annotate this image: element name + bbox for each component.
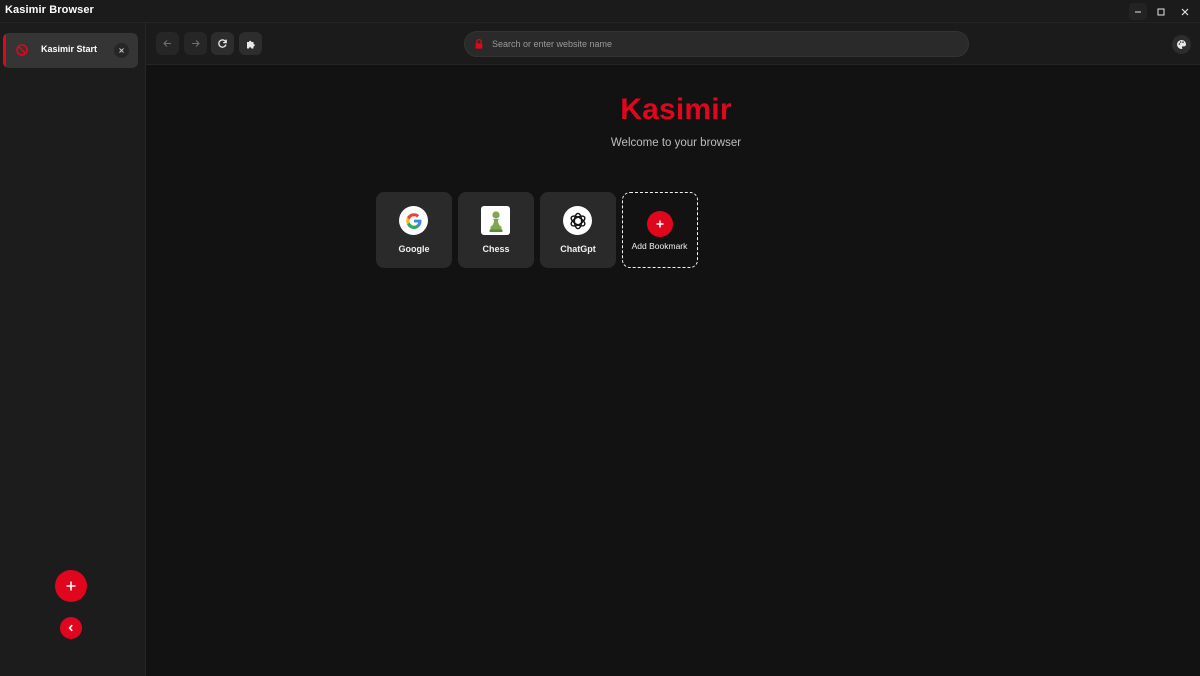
plus-icon [66, 581, 76, 591]
extensions-button[interactable] [239, 32, 262, 55]
chevron-left-icon [68, 624, 73, 632]
close-icon [1181, 8, 1189, 15]
puzzle-icon [246, 40, 255, 48]
title-bar: Kasimir Browser [0, 0, 1200, 23]
plus-icon [656, 220, 664, 228]
back-button[interactable] [156, 32, 179, 55]
chess-pawn-icon [481, 206, 510, 235]
google-icon [399, 206, 428, 235]
close-window-button[interactable] [1176, 3, 1194, 20]
tab-sidebar: Kasimir Start [0, 23, 146, 676]
bookmark-label: ChatGpt [560, 244, 596, 254]
palette-icon [1177, 40, 1186, 49]
bookmark-label: Chess [482, 244, 510, 254]
minimize-icon [1135, 11, 1141, 12]
chatgpt-icon [563, 206, 592, 235]
close-icon [119, 48, 124, 53]
maximize-button[interactable] [1152, 3, 1170, 20]
kasimir-logo-icon [16, 44, 28, 56]
add-bookmark-button[interactable]: Add Bookmark [622, 192, 698, 268]
tab-label: Kasimir Start [41, 44, 98, 54]
collapse-sidebar-button[interactable] [60, 617, 82, 639]
bookmark-google[interactable]: Google [376, 192, 452, 268]
theme-button[interactable] [1172, 35, 1191, 54]
bookmark-chess[interactable]: Chess [458, 192, 534, 268]
brand-title: Kasimir [620, 93, 732, 126]
start-page: Kasimir Welcome to your browser Google C… [146, 66, 1200, 676]
maximize-icon [1157, 8, 1165, 15]
minimize-button[interactable] [1129, 3, 1147, 20]
add-bookmark-label: Add Bookmark [631, 241, 688, 251]
tab-kasimir-start[interactable]: Kasimir Start [3, 33, 138, 68]
new-tab-button[interactable] [55, 570, 87, 602]
search-input[interactable] [492, 36, 952, 52]
arrow-left-icon [163, 40, 171, 47]
bookmark-label: Google [398, 244, 430, 254]
reload-button[interactable] [211, 32, 234, 55]
address-bar[interactable] [464, 31, 969, 57]
forward-button[interactable] [184, 32, 207, 55]
arrow-right-icon [192, 40, 200, 47]
lock-icon [475, 38, 483, 49]
add-bookmark-circle [647, 211, 673, 237]
browser-window: Kasimir Browser Kasimir Start Search or … [0, 0, 1200, 676]
close-tab-button[interactable] [114, 43, 129, 58]
bookmark-chatgpt[interactable]: ChatGpt [540, 192, 616, 268]
reload-icon [218, 39, 227, 48]
app-title: Kasimir Browser [5, 4, 94, 16]
navigation-toolbar [146, 23, 1200, 65]
active-tab-indicator [3, 33, 6, 68]
welcome-text: Welcome to your browser [610, 137, 742, 149]
